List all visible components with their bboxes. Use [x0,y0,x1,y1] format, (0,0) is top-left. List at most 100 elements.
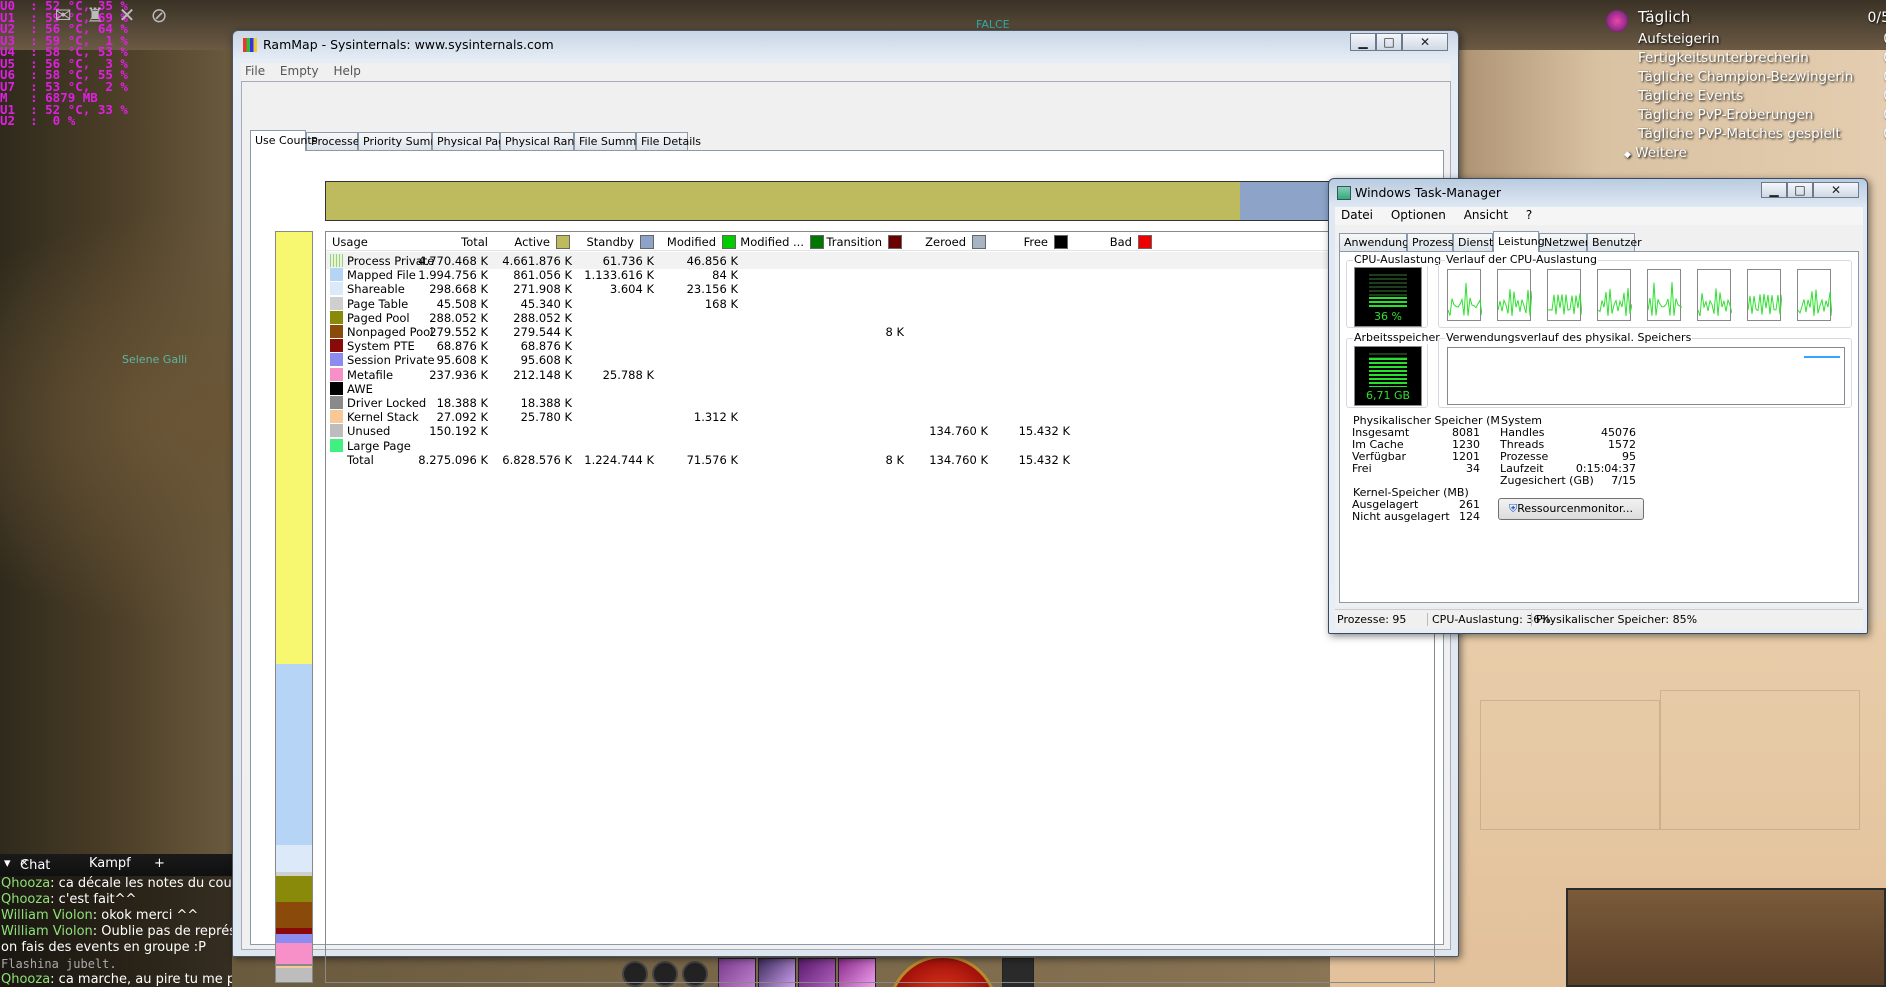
column-header[interactable]: Zeroed [925,235,986,250]
chevron-down-icon[interactable]: ▾ [4,856,11,871]
tab-priority-summary[interactable]: Priority Summary [358,132,459,150]
daily-item[interactable]: Tägliche PvP-Eroberungen0% [1638,106,1886,125]
performance-panel: CPU-Auslastung 36 % Verlauf der CPU-Ausl… [1339,251,1859,603]
floor-tile [1660,690,1860,830]
chat-line: Flashina jubelt. [0,956,232,972]
daily-item[interactable]: Tägliche Champion-Bezwingerin0% [1638,68,1886,87]
table-cell: 134.760 K [929,452,988,467]
menu-datei[interactable]: Datei [1341,208,1373,222]
chat-log[interactable]: Qhooza: ca décale les notes du coup Qhooz… [0,876,232,987]
chat-message: : ca marche, au pire tu me pm si jamais^… [50,972,232,987]
memory-label: Arbeitsspeicher [1353,331,1441,344]
column-color-swatch [640,235,654,249]
chat-sender[interactable]: Qhooza [1,972,50,987]
tab-benutzer[interactable]: Benutzer [1587,233,1642,251]
tab-physical-pages[interactable]: Physical Pages [432,132,518,150]
daily-item[interactable]: Fertigkeitsunterbrecherin0% [1638,49,1886,68]
table-row[interactable]: Total 8.275.096 K 6.828.576 K 1.224.744 K 71… [326,451,1434,468]
memory-usage-segment [276,876,312,903]
resource-monitor-button[interactable]: ⛨Ressourcenmonitor... [1498,498,1644,520]
chat-line: Qhooza: ca décale les notes du coup [0,876,232,892]
column-header-label: Active [514,235,550,249]
rammap-app-icon [243,38,257,52]
cpu-core-graph [1497,269,1533,321]
usage-color-swatch [330,325,343,338]
menu-help[interactable]: ? [1526,208,1532,222]
add-tab-button[interactable]: + [154,856,165,871]
memory-history-label: Verwendungsverlauf des physikal. Speiche… [1445,331,1693,344]
cpu-core-line [1547,293,1583,315]
maximize-button[interactable]: □ [1376,33,1402,51]
minimize-button[interactable]: ▁ [1761,182,1787,198]
menu-optionen[interactable]: Optionen [1391,208,1446,222]
tab-use-counts[interactable]: Use Counts [250,130,317,151]
tab-dienste[interactable]: Dienste [1453,233,1500,251]
kernel-memory-group: Kernel-Speicher (MB) Ausgelagert 261 Nicht… [1346,486,1486,530]
memory-usage-bar [275,231,313,983]
column-header[interactable]: Modified ... [740,235,824,250]
wvw-icon[interactable]: ⊘ [148,4,170,26]
column-header[interactable]: Usage [332,235,368,250]
minimize-button[interactable]: ▁ [1350,33,1376,51]
menu-icon[interactable]: ✉ [52,4,74,26]
daily-more-link[interactable]: ◆ Weitere [1624,144,1886,163]
menu-help[interactable]: Help [333,64,360,78]
chat-line: Qhooza: c'est fait^^ [0,892,232,908]
usage-color-swatch [330,268,343,282]
rammap-body: Use Counts Processes Priority Summary Physi… [241,81,1451,983]
usage-color-swatch [330,296,343,310]
chat-sender[interactable]: Qhooza [1,892,50,907]
chat-line: on fais des events en groupe :P [0,940,232,956]
rammap-titlebar[interactable]: RamMap - Sysinternals: www.sysinternals.… [233,31,1458,57]
usage-color-swatch [330,254,343,267]
tools-icon[interactable]: ✕ [116,4,138,26]
use-counts-panel: Usage Total Active Standby Modified Modified … [250,150,1444,983]
column-color-swatch [888,235,902,249]
daily-title[interactable]: Täglich [1638,8,1886,26]
tab-physical-ranges[interactable]: Physical Ranges [500,132,594,150]
close-button[interactable]: ✕ [1813,182,1859,198]
bag-icon[interactable]: ♜ [84,4,106,26]
chat-sender[interactable]: Qhooza [1,876,50,891]
npc-nameplate[interactable]: Selene Galli [122,353,187,366]
taskmanager-body: Anwendungen Prozesse Dienste Leistung Netzwe… [1335,225,1863,607]
daily-item-label: Aufsteigerin [1638,31,1720,47]
daily-item-label: Fertigkeitsunterbrecherin [1638,50,1809,66]
memory-fill [1369,358,1407,387]
tab-file-details[interactable]: File Details [636,132,701,150]
chat-sender[interactable]: William Violon [1,924,93,939]
column-header[interactable]: Bad [1110,235,1152,250]
usage-color-swatch [330,381,343,395]
cpu-core-graph [1747,269,1783,321]
taskmanager-app-icon [1337,186,1351,200]
usage-color-swatch [330,424,343,438]
column-header[interactable]: Free [1024,235,1068,250]
taskmanager-titlebar[interactable]: Windows Task-Manager ▁ □ ✕ [1329,179,1867,205]
tab-file-summary[interactable]: File Summary [574,132,654,150]
menu-file[interactable]: File [245,64,265,78]
tab-fight[interactable]: Kampf [89,856,131,871]
maximize-button[interactable]: □ [1787,182,1813,198]
menu-ansicht[interactable]: Ansicht [1464,208,1508,222]
daily-item[interactable]: Tägliche Events0% [1638,87,1886,106]
column-header[interactable]: Transition [826,235,902,250]
tab-prozesse[interactable]: Prozesse [1407,233,1460,251]
column-header[interactable]: Total [461,235,488,250]
column-header[interactable]: Active [514,235,570,250]
close-button[interactable]: ✕ [1402,33,1448,51]
daily-item[interactable]: Aufsteigerin0% [1638,30,1886,49]
column-header[interactable]: Standby [586,235,654,250]
tab-netzwerk[interactable]: Netzwerk [1539,233,1596,251]
menu-empty[interactable]: Empty [280,64,319,78]
memory-usage-segment [276,933,312,943]
chat-line: William Violon: okok merci ^^ [0,908,232,924]
minimap[interactable] [1566,888,1886,987]
column-header[interactable]: Modified [667,235,736,250]
tab-anwendungen[interactable]: Anwendungen [1339,233,1423,251]
close-icon[interactable]: ✕ [20,858,28,869]
column-color-swatch [810,235,824,249]
tab-leistung[interactable]: Leistung [1493,231,1545,252]
daily-item[interactable]: Tägliche PvP-Matches gespielt0% [1638,125,1886,144]
chat-sender[interactable]: William Violon [1,908,93,923]
cpu-core-line [1747,293,1783,315]
